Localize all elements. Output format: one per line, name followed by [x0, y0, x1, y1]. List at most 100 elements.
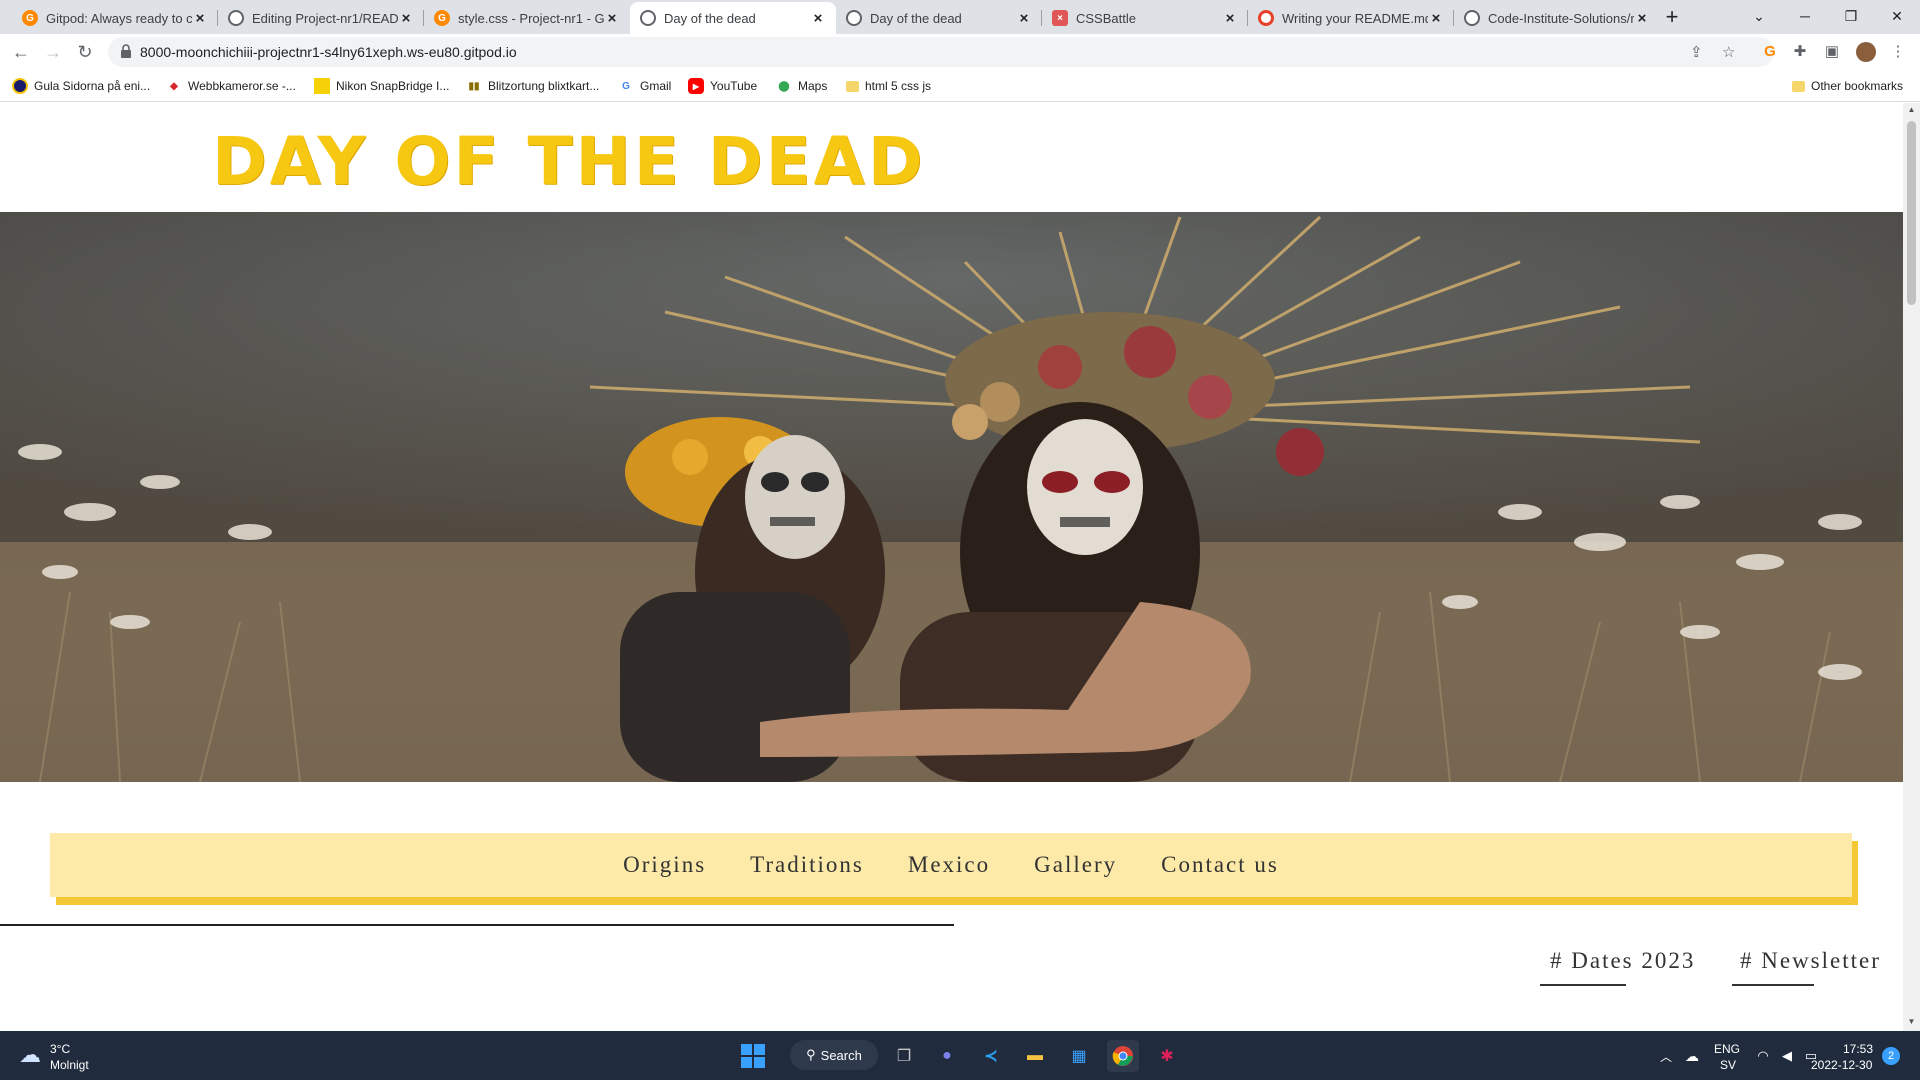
close-icon[interactable]: × [1428, 10, 1444, 27]
close-icon[interactable]: × [1222, 10, 1238, 27]
forward-arrow-icon[interactable]: → [40, 39, 66, 65]
reload-icon[interactable]: ↻ [72, 39, 98, 65]
browser-tab[interactable]: G Gitpod: Always ready to code × [12, 2, 218, 34]
browser-tab[interactable]: G style.css - Project-nr1 - Gitpod × [424, 2, 630, 34]
task-view-icon[interactable]: ❐ [888, 1040, 920, 1072]
bookmark-item[interactable]: ▮▮ Blitzortung blixtkart... [466, 76, 599, 96]
windows-logo-icon [741, 1044, 765, 1068]
close-icon[interactable]: × [398, 10, 414, 27]
nav-link-origins[interactable]: Origins [623, 852, 706, 878]
keyboard-layout[interactable]: SV [1720, 1058, 1736, 1072]
close-icon[interactable]: × [604, 10, 620, 27]
chrome-icon[interactable] [1107, 1040, 1139, 1072]
browser-tab[interactable]: Day of the dead × [836, 2, 1042, 34]
youtube-icon: ▶ [688, 78, 704, 94]
bookmark-label: Maps [798, 79, 828, 93]
search-label: Search [820, 1047, 862, 1063]
star-icon[interactable]: ☆ [1722, 43, 1735, 61]
section-divider [0, 924, 954, 926]
nav-link-traditions[interactable]: Traditions [750, 852, 864, 878]
gitpod-icon: G [22, 10, 38, 26]
minimize-button[interactable]: ─ [1790, 4, 1820, 28]
bookmark-folder[interactable]: html 5 css js [846, 76, 931, 96]
bookmark-item[interactable]: G Gmail [618, 76, 671, 96]
link-underline [1732, 984, 1814, 986]
search-icon: ⚲ [806, 1047, 816, 1062]
page-scrollbar[interactable]: ▲ ▼ [1903, 103, 1920, 1031]
share-icon[interactable]: ⇪ [1690, 43, 1703, 61]
bookmark-label: Blitzortung blixtkart... [488, 79, 600, 93]
bookmarks-bar: Gula Sidorna på eni... ◆ Webbkameror.se … [0, 70, 1920, 102]
nav-link-contact[interactable]: Contact us [1161, 852, 1279, 878]
bookmark-item[interactable]: ⬤ Maps [776, 76, 827, 96]
taskbar-search-button[interactable]: ⚲ Search [790, 1040, 878, 1070]
microsoft-store-icon[interactable]: ▦ [1063, 1040, 1095, 1072]
bookmark-label: Nikon SnapBridge I... [336, 79, 450, 93]
restore-button[interactable]: ❐ [1836, 4, 1866, 28]
tab-search-icon[interactable]: ⌄ [1744, 4, 1774, 28]
new-tab-button[interactable]: + [1660, 6, 1684, 30]
bookmark-item[interactable]: Nikon SnapBridge I... [314, 76, 449, 96]
globe-icon [640, 10, 656, 26]
bookmark-item[interactable]: Gula Sidorna på eni... [12, 76, 150, 96]
scroll-down-icon[interactable]: ▼ [1907, 1017, 1916, 1027]
cloud-weather-icon[interactable]: ☁ [14, 1039, 46, 1071]
file-explorer-icon[interactable]: ▬ [1019, 1040, 1051, 1072]
bookmark-label: html 5 css js [865, 79, 932, 93]
dates-2023-link[interactable]: # Dates 2023 [1550, 948, 1695, 974]
globe-icon [846, 10, 862, 26]
slack-icon[interactable]: ✱ [1151, 1040, 1183, 1072]
close-icon[interactable]: × [810, 10, 826, 27]
close-icon[interactable]: × [1634, 10, 1650, 27]
back-arrow-icon[interactable]: ← [8, 39, 34, 65]
windows-start-icon[interactable] [737, 1040, 769, 1072]
bookmark-label: Gula Sidorna på eni... [34, 79, 151, 93]
bookmark-item[interactable]: ◆ Webbkameror.se -... [166, 76, 296, 96]
kebab-menu-icon[interactable]: ⋮ [1888, 42, 1908, 62]
scroll-up-icon[interactable]: ▲ [1907, 105, 1916, 115]
avatar[interactable] [1856, 42, 1876, 62]
address-bar[interactable]: 8000-moonchichiii-projectnr1-s4lny61xeph… [108, 37, 1774, 67]
vscode-icon[interactable]: ≺ [975, 1040, 1007, 1072]
url-text: 8000-moonchichiii-projectnr1-s4lny61xeph… [140, 44, 517, 60]
github-icon [228, 10, 244, 26]
nav-link-gallery[interactable]: Gallery [1034, 852, 1117, 878]
clock-date[interactable]: 2022-12-30 [1811, 1058, 1872, 1072]
other-bookmarks-folder[interactable]: Other bookmarks [1792, 76, 1903, 96]
nav-link-mexico[interactable]: Mexico [908, 852, 990, 878]
speaker-icon[interactable]: ◀ [1776, 1040, 1798, 1072]
chevron-up-icon[interactable]: ︿ [1654, 1040, 1678, 1072]
newsletter-link[interactable]: # Newsletter [1740, 948, 1881, 974]
side-panel-icon[interactable]: ▣ [1822, 42, 1842, 62]
close-icon[interactable]: × [1016, 10, 1032, 27]
scroll-thumb[interactable] [1907, 121, 1916, 305]
bookmark-icon [12, 78, 28, 94]
language-indicator[interactable]: ENG [1714, 1042, 1740, 1056]
hero-image [0, 212, 1903, 782]
folder-icon [846, 80, 859, 92]
bookmark-item[interactable]: ▶ YouTube [688, 76, 757, 96]
bookmark-label: YouTube [710, 79, 758, 93]
teams-chat-icon[interactable]: ● [931, 1040, 963, 1072]
browser-tab-active[interactable]: Day of the dead × [630, 2, 836, 34]
close-window-button[interactable]: ✕ [1882, 4, 1912, 28]
wifi-icon[interactable]: ◠ [1752, 1040, 1774, 1072]
tab-title: CSSBattle [1076, 10, 1136, 26]
site-logo[interactable]: DAY OF THE DEAD [212, 123, 926, 200]
notification-badge[interactable]: 2 [1882, 1047, 1900, 1065]
browser-tab[interactable]: × CSSBattle × [1042, 2, 1248, 34]
browser-tab[interactable]: Code-Institute-Solutions/readme × [1454, 2, 1660, 34]
windows-taskbar: ☁ 3°C Molnigt ⚲ Search ❐ ● ≺ ▬ ▦ ✱ ︿ ☁ E… [0, 1031, 1920, 1080]
gitpod-extension-icon[interactable]: G [1760, 42, 1780, 62]
close-icon[interactable]: × [192, 10, 208, 27]
onedrive-cloud-icon[interactable]: ☁ [1680, 1040, 1704, 1072]
lightning-icon: ▮▮ [468, 80, 480, 92]
puzzle-icon[interactable]: ✚ [1790, 42, 1810, 62]
browser-tab[interactable]: Editing Project-nr1/README.md × [218, 2, 424, 34]
browser-tab[interactable]: Writing your README.md × [1248, 2, 1454, 34]
weather-temperature: 3°C [50, 1042, 71, 1056]
tab-title: Day of the dead [870, 10, 962, 26]
page-viewport: DAY OF THE DEAD Origins Traditions Mexic… [0, 103, 1920, 1031]
clock-time[interactable]: 17:53 [1843, 1042, 1873, 1056]
folder-icon [1792, 80, 1805, 92]
